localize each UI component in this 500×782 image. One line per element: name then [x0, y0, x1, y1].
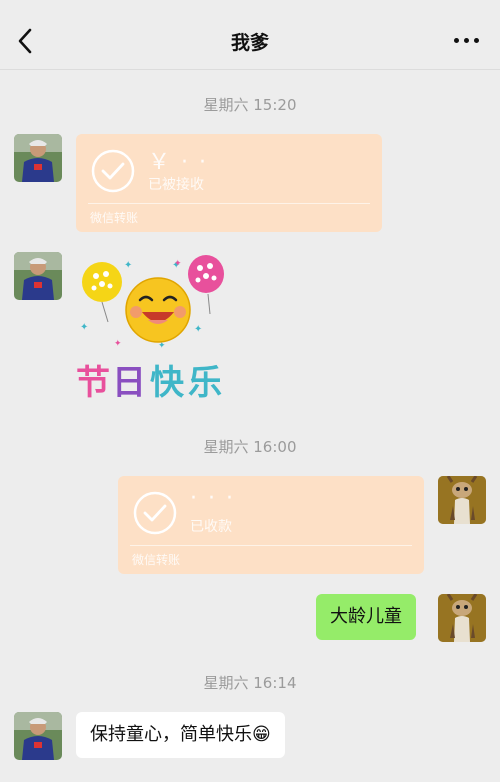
divider [88, 203, 370, 204]
svg-text:✦: ✦ [174, 259, 182, 269]
avatar[interactable] [438, 594, 486, 642]
svg-text:✦: ✦ [114, 339, 122, 349]
avatar[interactable] [438, 476, 486, 524]
svg-text:节: 节 [76, 363, 110, 403]
svg-text:✦: ✦ [124, 260, 132, 271]
transfer-amount: · · · [190, 486, 235, 511]
avatar[interactable] [14, 712, 62, 760]
svg-text:日: 日 [112, 363, 146, 403]
transfer-status: 已收款 [190, 519, 232, 535]
avatar[interactable] [14, 134, 62, 182]
transfer-status: 已被接收 [148, 177, 204, 193]
timestamp: 星期六 15:20 [203, 96, 297, 114]
avatar[interactable] [14, 252, 62, 300]
chat-header: 我爹 [0, 0, 500, 70]
transfer-label: 微信转账 [90, 211, 139, 225]
check-circle-icon [91, 149, 135, 193]
chat-title: 我爹 [230, 32, 269, 54]
check-circle-icon [133, 491, 177, 535]
svg-text:✦: ✦ [80, 322, 88, 333]
timestamp: 星期六 16:14 [203, 674, 297, 692]
more-dots-icon [454, 38, 459, 43]
more-button[interactable] [452, 30, 482, 50]
transfer-label: 微信转账 [132, 553, 181, 567]
timestamp: 星期六 16:00 [203, 438, 297, 456]
transfer-amount: ￥ · · [148, 150, 208, 175]
transfer-card-received[interactable]: ￥ · · 已被接收 微信转账 [76, 134, 382, 232]
svg-text:快: 快 [150, 363, 185, 403]
festival-happy-sticker[interactable]: ✦ ✦ ✦ ✦ ✦ ✦ ✦ 节 日 快 乐 [74, 250, 234, 410]
transfer-card-collected[interactable]: · · · 已收款 微信转账 [118, 476, 424, 574]
svg-text:✦: ✦ [194, 324, 202, 335]
received-message-bubble[interactable]: 保持童心，简单快乐😁 [76, 712, 285, 758]
svg-text:乐: 乐 [188, 363, 222, 403]
divider [130, 545, 412, 546]
sent-message-bubble[interactable]: 大龄儿童 [316, 594, 416, 640]
